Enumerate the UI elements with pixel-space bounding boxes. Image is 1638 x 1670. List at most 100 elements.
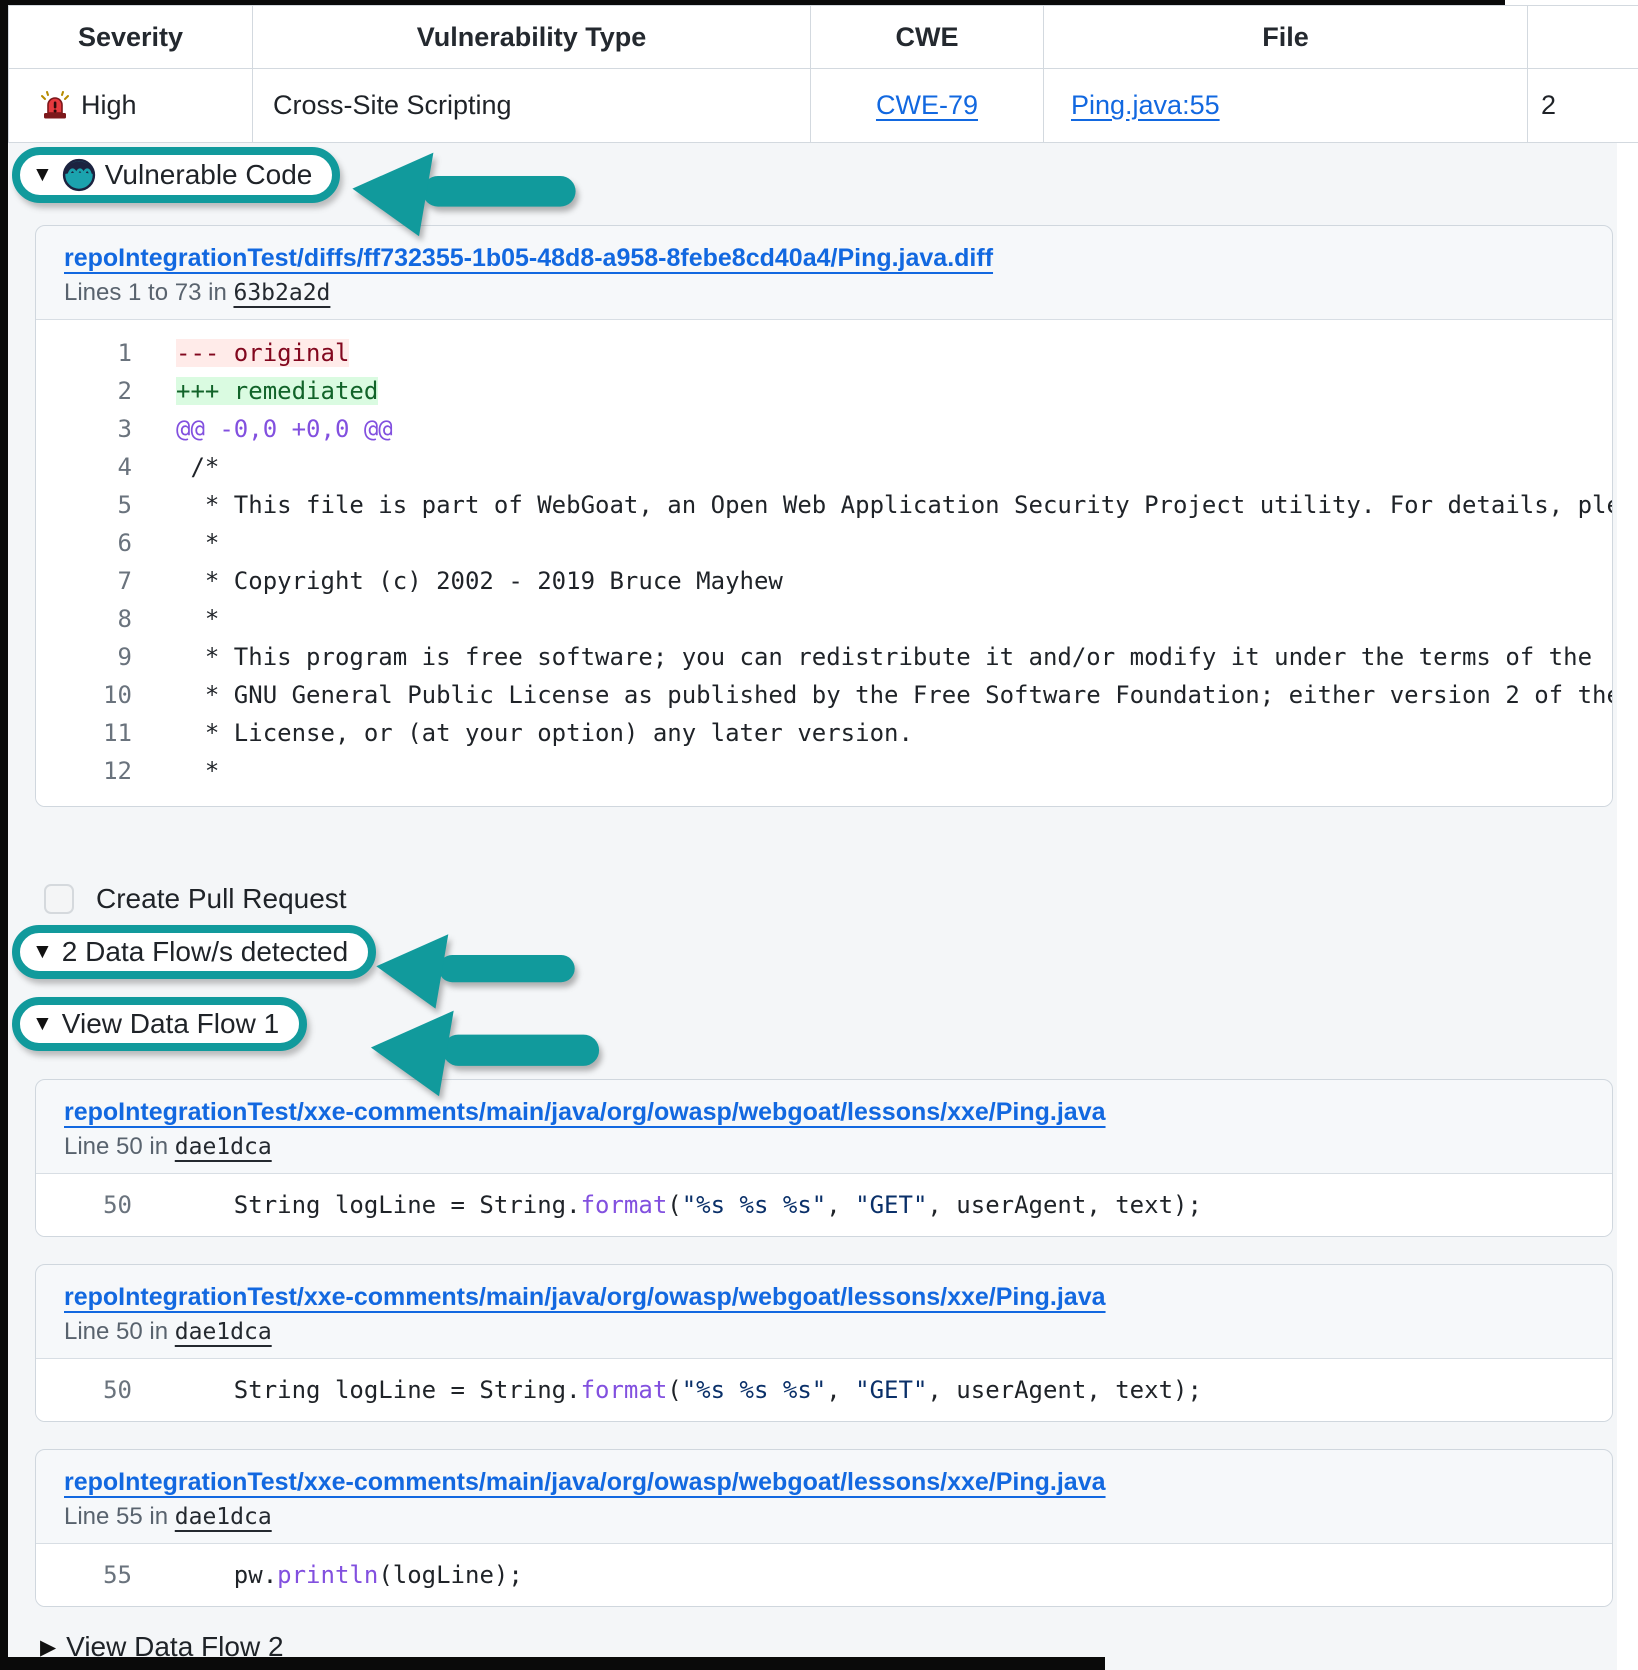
code-text: /* bbox=[176, 448, 219, 486]
flow-card-header: repoIntegrationTest/xxe-comments/main/ja… bbox=[36, 1450, 1612, 1543]
annotation-ellipse-vulnerable-code: ▼ Vulnerable Code bbox=[12, 147, 340, 203]
view-flow-1-header-row: ▼ View Data Flow 1 bbox=[12, 997, 1617, 1051]
line-number: 3 bbox=[36, 410, 132, 448]
collapsed-triangle-icon: ▶ bbox=[40, 1635, 56, 1660]
data-flow-card: repoIntegrationTest/xxe-comments/main/ja… bbox=[35, 1264, 1613, 1422]
severity-label: High bbox=[81, 90, 137, 121]
column-header-data-flows: Dat bbox=[1528, 6, 1638, 69]
collapse-triangle-icon: ▼ bbox=[32, 1012, 53, 1036]
diff-code-line: 2 +++ remediated bbox=[36, 372, 1612, 410]
code-line: 50 String logLine = String.format("%s %s… bbox=[36, 1371, 1612, 1409]
flow-file-link[interactable]: repoIntegrationTest/xxe-comments/main/ja… bbox=[64, 1468, 1106, 1497]
diff-card-header: repoIntegrationTest/diffs/ff732355-1b05-… bbox=[36, 226, 1612, 319]
data-flows-toggle[interactable]: ▼ 2 Data Flow/s detected bbox=[32, 936, 348, 968]
flow-file-link[interactable]: repoIntegrationTest/xxe-comments/main/ja… bbox=[64, 1283, 1106, 1312]
annotation-arrow-view-flow-1 bbox=[350, 1007, 620, 1099]
flow-commit-link[interactable]: dae1dca bbox=[175, 1504, 272, 1530]
column-header-file: File bbox=[1044, 6, 1528, 69]
line-number: 10 bbox=[36, 676, 132, 714]
view-flow-1-label: View Data Flow 1 bbox=[62, 1008, 279, 1040]
screenshot-border-bottom bbox=[0, 1657, 1105, 1670]
line-number: 55 bbox=[36, 1556, 132, 1594]
column-header-vulnerability-type: Vulnerability Type bbox=[253, 6, 811, 69]
flow-code-block: 55 pw.println(logLine); bbox=[36, 1543, 1612, 1606]
flow-card-header: repoIntegrationTest/xxe-comments/main/ja… bbox=[36, 1265, 1612, 1358]
diff-code-line: 4 /* bbox=[36, 448, 1612, 486]
code-line: 55 pw.println(logLine); bbox=[36, 1556, 1612, 1594]
data-flows-header-row: ▼ 2 Data Flow/s detected bbox=[12, 925, 1617, 979]
line-number: 2 bbox=[36, 372, 132, 410]
line-number: 50 bbox=[36, 1186, 132, 1224]
code-text: * Copyright (c) 2002 - 2019 Bruce Mayhew bbox=[176, 562, 783, 600]
flow-line-text: Line 50 in dae1dca bbox=[64, 1133, 272, 1160]
screenshot-border-left bbox=[0, 0, 8, 1670]
cwe-cell: CWE-79 bbox=[811, 69, 1044, 143]
diff-range-text: Lines 1 to 73 in 63b2a2d bbox=[64, 279, 330, 306]
diff-code-line: 6 * bbox=[36, 524, 1612, 562]
vulnerable-code-toggle[interactable]: ▼ Vulnerable Code bbox=[32, 158, 312, 192]
flow-card-header: repoIntegrationTest/xxe-comments/main/ja… bbox=[36, 1080, 1612, 1173]
diff-code-line: 5 * This file is part of WebGoat, an Ope… bbox=[36, 486, 1612, 524]
code-text: @@ -0,0 +0,0 @@ bbox=[176, 410, 393, 448]
diff-code-line: 10 * GNU General Public License as publi… bbox=[36, 676, 1612, 714]
flow-commit-link[interactable]: dae1dca bbox=[175, 1319, 272, 1345]
line-number: 9 bbox=[36, 638, 132, 676]
diff-code-line: 9 * This program is free software; you c… bbox=[36, 638, 1612, 676]
code-text: +++ remediated bbox=[176, 372, 378, 410]
collapse-triangle-icon: ▼ bbox=[32, 940, 53, 964]
code-text: pw.println(logLine); bbox=[176, 1556, 523, 1594]
data-flows-count: 2 bbox=[1528, 90, 1556, 121]
finding-row: High Cross-Site Scripting CWE-79 Ping.ja… bbox=[9, 69, 1638, 143]
code-text: --- original bbox=[176, 334, 349, 372]
vulnerable-code-diff-card: repoIntegrationTest/diffs/ff732355-1b05-… bbox=[35, 225, 1613, 807]
data-flow-card: repoIntegrationTest/xxe-comments/main/ja… bbox=[35, 1449, 1613, 1607]
code-text: * License, or (at your option) any later… bbox=[176, 714, 913, 752]
code-text: * bbox=[176, 524, 219, 562]
flow-line-text: Line 55 in dae1dca bbox=[64, 1503, 272, 1530]
diff-file-link[interactable]: repoIntegrationTest/diffs/ff732355-1b05-… bbox=[64, 244, 993, 273]
line-number: 1 bbox=[36, 334, 132, 372]
code-text: String logLine = String.format("%s %s %s… bbox=[176, 1186, 1202, 1224]
siren-icon bbox=[39, 90, 71, 122]
data-flow-card: repoIntegrationTest/xxe-comments/main/ja… bbox=[35, 1079, 1613, 1237]
code-line: 50 String logLine = String.format("%s %s… bbox=[36, 1186, 1612, 1224]
cwe-link[interactable]: CWE-79 bbox=[876, 90, 978, 120]
line-number: 11 bbox=[36, 714, 132, 752]
column-header-cwe: CWE bbox=[811, 6, 1044, 69]
diff-code-line: 7 * Copyright (c) 2002 - 2019 Bruce Mayh… bbox=[36, 562, 1612, 600]
view-flow-1-toggle[interactable]: ▼ View Data Flow 1 bbox=[32, 1008, 279, 1040]
data-flows-cell: 2 bbox=[1528, 69, 1638, 143]
create-pr-checkbox[interactable] bbox=[44, 884, 74, 914]
vulnerable-code-header-row: ▼ Vulnerable Code bbox=[12, 147, 1617, 203]
flow-commit-link[interactable]: dae1dca bbox=[175, 1134, 272, 1160]
flow-code-block: 50 String logLine = String.format("%s %s… bbox=[36, 1358, 1612, 1421]
column-header-severity: Severity bbox=[9, 6, 253, 69]
code-text: * This file is part of WebGoat, an Open … bbox=[176, 486, 1613, 524]
vulnerable-code-label: Vulnerable Code bbox=[105, 159, 313, 191]
flow-file-link[interactable]: repoIntegrationTest/xxe-comments/main/ja… bbox=[64, 1098, 1106, 1127]
flow-cards-container: repoIntegrationTest/xxe-comments/main/ja… bbox=[10, 1079, 1617, 1607]
diff-code-line: 8 * bbox=[36, 600, 1612, 638]
report-page: Severity Vulnerability Type CWE File Dat bbox=[0, 0, 1638, 1670]
line-number: 12 bbox=[36, 752, 132, 790]
data-flows-label: 2 Data Flow/s detected bbox=[62, 936, 348, 968]
collapse-triangle-icon: ▼ bbox=[32, 163, 53, 187]
line-number: 6 bbox=[36, 524, 132, 562]
mobb-wave-icon bbox=[62, 158, 96, 192]
code-text: * This program is free software; you can… bbox=[176, 638, 1592, 676]
diff-code-block: 1 --- original 2 +++ remediated 3 @@ -0,0 +0,… bbox=[36, 319, 1612, 806]
vulnerability-type-cell: Cross-Site Scripting bbox=[253, 69, 811, 143]
line-number: 5 bbox=[36, 486, 132, 524]
line-number: 7 bbox=[36, 562, 132, 600]
flow-line-text: Line 50 in dae1dca bbox=[64, 1318, 272, 1345]
diff-code-line: 3 @@ -0,0 +0,0 @@ bbox=[36, 410, 1612, 448]
file-cell: Ping.java:55 bbox=[1044, 69, 1528, 143]
code-text: String logLine = String.format("%s %s %s… bbox=[176, 1371, 1202, 1409]
code-text: * GNU General Public License as publishe… bbox=[176, 676, 1613, 714]
code-text: * bbox=[176, 752, 219, 790]
annotation-ellipse-data-flows: ▼ 2 Data Flow/s detected bbox=[12, 925, 376, 979]
create-pr-row: Create Pull Request bbox=[44, 883, 1617, 915]
diff-commit-link[interactable]: 63b2a2d bbox=[233, 280, 330, 306]
file-link[interactable]: Ping.java:55 bbox=[1071, 90, 1220, 120]
findings-header-row: Severity Vulnerability Type CWE File Dat bbox=[9, 6, 1638, 69]
